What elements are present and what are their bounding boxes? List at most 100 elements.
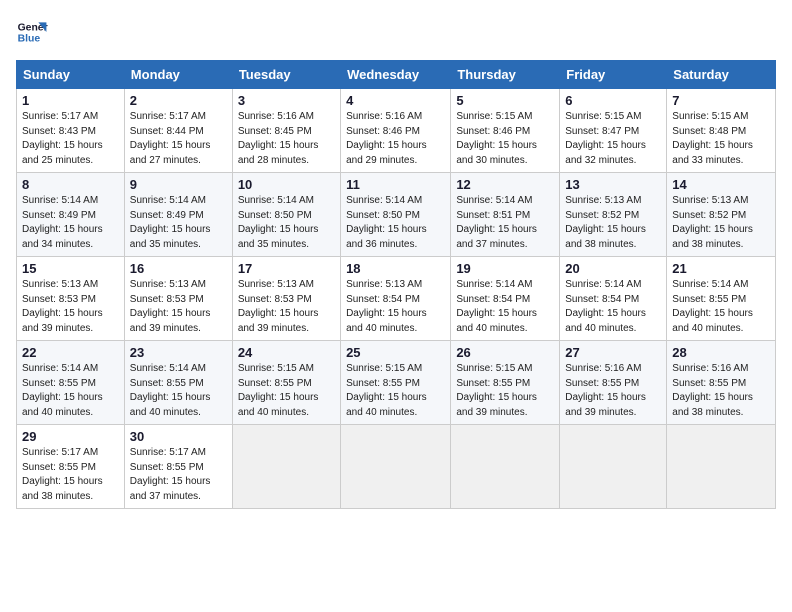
day-info: Sunrise: 5:15 AM Sunset: 8:55 PM Dayligh… [456, 362, 554, 420]
day-number: 22 [22, 345, 119, 360]
day-info: Sunrise: 5:17 AM Sunset: 8:55 PM Dayligh… [22, 446, 119, 504]
logo: General Blue [16, 16, 48, 48]
day-number: 20 [565, 261, 661, 276]
day-number: 13 [565, 177, 661, 192]
calendar-cell [451, 425, 560, 509]
day-info: Sunrise: 5:14 AM Sunset: 8:49 PM Dayligh… [130, 194, 227, 252]
day-info: Sunrise: 5:16 AM Sunset: 8:55 PM Dayligh… [565, 362, 661, 420]
calendar-cell: 28 Sunrise: 5:16 AM Sunset: 8:55 PM Dayl… [667, 341, 776, 425]
day-number: 1 [22, 93, 119, 108]
day-number: 30 [130, 429, 227, 444]
calendar-cell: 12 Sunrise: 5:14 AM Sunset: 8:51 PM Dayl… [451, 173, 560, 257]
day-number: 3 [238, 93, 335, 108]
day-info: Sunrise: 5:14 AM Sunset: 8:51 PM Dayligh… [456, 194, 554, 252]
day-info: Sunrise: 5:15 AM Sunset: 8:55 PM Dayligh… [238, 362, 335, 420]
calendar-cell [341, 425, 451, 509]
header-cell-thursday: Thursday [451, 61, 560, 89]
header-row: SundayMondayTuesdayWednesdayThursdayFrid… [17, 61, 776, 89]
day-number: 12 [456, 177, 554, 192]
header-cell-saturday: Saturday [667, 61, 776, 89]
day-info: Sunrise: 5:17 AM Sunset: 8:55 PM Dayligh… [130, 446, 227, 504]
day-number: 2 [130, 93, 227, 108]
day-info: Sunrise: 5:15 AM Sunset: 8:48 PM Dayligh… [672, 110, 770, 168]
day-info: Sunrise: 5:13 AM Sunset: 8:53 PM Dayligh… [22, 278, 119, 336]
day-number: 15 [22, 261, 119, 276]
day-number: 27 [565, 345, 661, 360]
day-number: 26 [456, 345, 554, 360]
day-number: 21 [672, 261, 770, 276]
day-number: 5 [456, 93, 554, 108]
calendar-cell [667, 425, 776, 509]
calendar-week-1: 1 Sunrise: 5:17 AM Sunset: 8:43 PM Dayli… [17, 89, 776, 173]
day-info: Sunrise: 5:16 AM Sunset: 8:45 PM Dayligh… [238, 110, 335, 168]
calendar-cell: 5 Sunrise: 5:15 AM Sunset: 8:46 PM Dayli… [451, 89, 560, 173]
day-number: 25 [346, 345, 445, 360]
calendar-cell: 26 Sunrise: 5:15 AM Sunset: 8:55 PM Dayl… [451, 341, 560, 425]
calendar-cell: 6 Sunrise: 5:15 AM Sunset: 8:47 PM Dayli… [560, 89, 667, 173]
day-number: 7 [672, 93, 770, 108]
day-info: Sunrise: 5:14 AM Sunset: 8:55 PM Dayligh… [22, 362, 119, 420]
svg-text:Blue: Blue [18, 34, 41, 45]
day-info: Sunrise: 5:15 AM Sunset: 8:46 PM Dayligh… [456, 110, 554, 168]
calendar-cell: 3 Sunrise: 5:16 AM Sunset: 8:45 PM Dayli… [232, 89, 340, 173]
day-info: Sunrise: 5:13 AM Sunset: 8:52 PM Dayligh… [565, 194, 661, 252]
day-info: Sunrise: 5:14 AM Sunset: 8:55 PM Dayligh… [672, 278, 770, 336]
day-info: Sunrise: 5:13 AM Sunset: 8:53 PM Dayligh… [130, 278, 227, 336]
calendar-cell: 14 Sunrise: 5:13 AM Sunset: 8:52 PM Dayl… [667, 173, 776, 257]
calendar-cell: 10 Sunrise: 5:14 AM Sunset: 8:50 PM Dayl… [232, 173, 340, 257]
calendar-cell: 23 Sunrise: 5:14 AM Sunset: 8:55 PM Dayl… [124, 341, 232, 425]
day-info: Sunrise: 5:15 AM Sunset: 8:55 PM Dayligh… [346, 362, 445, 420]
calendar-cell: 4 Sunrise: 5:16 AM Sunset: 8:46 PM Dayli… [341, 89, 451, 173]
calendar-week-4: 22 Sunrise: 5:14 AM Sunset: 8:55 PM Dayl… [17, 341, 776, 425]
calendar-cell: 16 Sunrise: 5:13 AM Sunset: 8:53 PM Dayl… [124, 257, 232, 341]
day-info: Sunrise: 5:13 AM Sunset: 8:52 PM Dayligh… [672, 194, 770, 252]
calendar-table: SundayMondayTuesdayWednesdayThursdayFrid… [16, 60, 776, 509]
day-number: 8 [22, 177, 119, 192]
calendar-cell: 19 Sunrise: 5:14 AM Sunset: 8:54 PM Dayl… [451, 257, 560, 341]
calendar-cell: 1 Sunrise: 5:17 AM Sunset: 8:43 PM Dayli… [17, 89, 125, 173]
calendar-cell: 25 Sunrise: 5:15 AM Sunset: 8:55 PM Dayl… [341, 341, 451, 425]
day-number: 6 [565, 93, 661, 108]
header-cell-friday: Friday [560, 61, 667, 89]
calendar-cell: 27 Sunrise: 5:16 AM Sunset: 8:55 PM Dayl… [560, 341, 667, 425]
calendar-cell [560, 425, 667, 509]
calendar-cell: 17 Sunrise: 5:13 AM Sunset: 8:53 PM Dayl… [232, 257, 340, 341]
calendar-cell: 2 Sunrise: 5:17 AM Sunset: 8:44 PM Dayli… [124, 89, 232, 173]
header-cell-monday: Monday [124, 61, 232, 89]
day-number: 19 [456, 261, 554, 276]
day-info: Sunrise: 5:14 AM Sunset: 8:54 PM Dayligh… [565, 278, 661, 336]
calendar-cell: 8 Sunrise: 5:14 AM Sunset: 8:49 PM Dayli… [17, 173, 125, 257]
day-info: Sunrise: 5:17 AM Sunset: 8:44 PM Dayligh… [130, 110, 227, 168]
day-number: 29 [22, 429, 119, 444]
day-number: 18 [346, 261, 445, 276]
day-number: 14 [672, 177, 770, 192]
day-number: 23 [130, 345, 227, 360]
header-cell-tuesday: Tuesday [232, 61, 340, 89]
day-info: Sunrise: 5:14 AM Sunset: 8:49 PM Dayligh… [22, 194, 119, 252]
calendar-week-5: 29 Sunrise: 5:17 AM Sunset: 8:55 PM Dayl… [17, 425, 776, 509]
calendar-cell: 15 Sunrise: 5:13 AM Sunset: 8:53 PM Dayl… [17, 257, 125, 341]
logo-icon: General Blue [16, 16, 48, 48]
calendar-cell: 18 Sunrise: 5:13 AM Sunset: 8:54 PM Dayl… [341, 257, 451, 341]
day-info: Sunrise: 5:16 AM Sunset: 8:55 PM Dayligh… [672, 362, 770, 420]
calendar-cell: 9 Sunrise: 5:14 AM Sunset: 8:49 PM Dayli… [124, 173, 232, 257]
calendar-cell: 30 Sunrise: 5:17 AM Sunset: 8:55 PM Dayl… [124, 425, 232, 509]
calendar-cell: 24 Sunrise: 5:15 AM Sunset: 8:55 PM Dayl… [232, 341, 340, 425]
calendar-cell: 11 Sunrise: 5:14 AM Sunset: 8:50 PM Dayl… [341, 173, 451, 257]
day-number: 28 [672, 345, 770, 360]
calendar-week-3: 15 Sunrise: 5:13 AM Sunset: 8:53 PM Dayl… [17, 257, 776, 341]
header-cell-sunday: Sunday [17, 61, 125, 89]
day-info: Sunrise: 5:14 AM Sunset: 8:50 PM Dayligh… [238, 194, 335, 252]
day-number: 17 [238, 261, 335, 276]
day-info: Sunrise: 5:14 AM Sunset: 8:54 PM Dayligh… [456, 278, 554, 336]
day-number: 24 [238, 345, 335, 360]
day-info: Sunrise: 5:13 AM Sunset: 8:54 PM Dayligh… [346, 278, 445, 336]
day-info: Sunrise: 5:13 AM Sunset: 8:53 PM Dayligh… [238, 278, 335, 336]
calendar-cell: 22 Sunrise: 5:14 AM Sunset: 8:55 PM Dayl… [17, 341, 125, 425]
day-number: 4 [346, 93, 445, 108]
day-info: Sunrise: 5:15 AM Sunset: 8:47 PM Dayligh… [565, 110, 661, 168]
calendar-cell: 7 Sunrise: 5:15 AM Sunset: 8:48 PM Dayli… [667, 89, 776, 173]
day-number: 11 [346, 177, 445, 192]
day-info: Sunrise: 5:16 AM Sunset: 8:46 PM Dayligh… [346, 110, 445, 168]
header-cell-wednesday: Wednesday [341, 61, 451, 89]
